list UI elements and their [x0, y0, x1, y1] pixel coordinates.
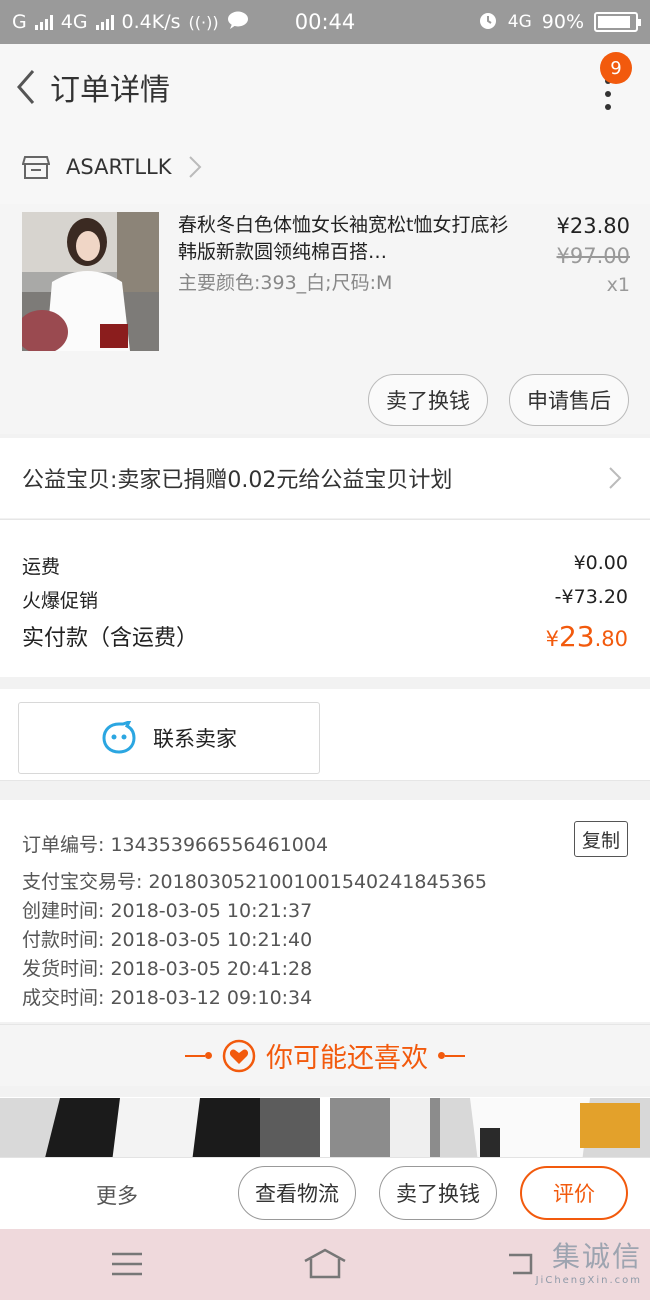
recommend-header: 你可能还喜欢 — [0, 1024, 650, 1086]
review-button[interactable]: 评价 — [520, 1166, 628, 1220]
alipay-trade-number: 支付宝交易号: 2018030521001001540241845365 — [22, 871, 487, 893]
recommend-grid — [0, 1097, 650, 1157]
divider-right — [438, 1052, 465, 1059]
product-spec: 主要颜色:393_白;尺码:M — [178, 272, 393, 294]
after-sale-button[interactable]: 申请售后 — [509, 374, 629, 426]
recommend-item[interactable] — [330, 1098, 650, 1157]
divider-left — [185, 1052, 212, 1059]
shipping-value: ¥0.00 — [573, 552, 628, 574]
product-price: ¥23.80 — [556, 214, 630, 238]
nav-bar: 订单详情 9 — [0, 44, 650, 130]
shop-name: ASARTLLK — [66, 155, 172, 179]
product-original-price: ¥97.00 — [556, 244, 630, 268]
charity-row[interactable]: 公益宝贝:卖家已捐赠0.02元给公益宝贝计划 — [0, 438, 650, 518]
more-button[interactable]: 更多 — [96, 1180, 138, 1210]
total-value: ¥23.80 — [545, 620, 628, 653]
shipping-label: 运费 — [22, 556, 61, 578]
promo-value: -¥73.20 — [554, 586, 628, 608]
created-time: 创建时间: 2018-03-05 10:21:37 — [22, 900, 313, 922]
contact-seller-label: 联系卖家 — [153, 727, 237, 751]
sell-again-button[interactable]: 卖了换钱 — [379, 1166, 497, 1220]
product-thumbnail[interactable] — [22, 212, 159, 351]
chevron-right-icon — [609, 467, 622, 489]
charity-text: 公益宝贝:卖家已捐赠0.02元给公益宝贝计划 — [22, 468, 453, 493]
sell-button[interactable]: 卖了换钱 — [368, 374, 488, 426]
total-row: 实付款（含运费） ¥23.80 — [22, 620, 628, 653]
alarm-icon — [478, 10, 498, 35]
back-nav-button[interactable] — [505, 1249, 535, 1281]
watermark-text: 集诚信 — [551, 1240, 642, 1273]
completed-time: 成交时间: 2018-03-12 09:10:34 — [22, 987, 313, 1009]
chevron-right-icon — [188, 156, 201, 178]
order-info: 订单编号: 134353966556461004 支付宝交易号: 2018030… — [0, 800, 650, 1022]
order-number: 订单编号: 134353966556461004 — [22, 834, 329, 856]
network-label: 4G — [60, 11, 88, 33]
system-nav-bar: 集诚信 JiChengXin.com — [0, 1229, 650, 1300]
product-title: 春秋冬白色体恤女长袖宽松t恤女打底衫韩版新款圆领纯棉百搭… — [178, 214, 509, 263]
view-logistics-button[interactable]: 查看物流 — [238, 1166, 356, 1220]
carrier-label: G — [12, 11, 27, 33]
promo-label: 火爆促销 — [22, 590, 99, 612]
heart-icon — [222, 1039, 256, 1072]
recommend-item[interactable] — [0, 1098, 320, 1157]
page-title: 订单详情 — [50, 73, 170, 108]
message-icon — [227, 11, 249, 34]
back-button[interactable] — [4, 44, 48, 130]
back-arrow-icon — [17, 70, 35, 104]
home-icon — [304, 1248, 346, 1279]
network-speed: 0.4K/s — [121, 11, 181, 33]
menu-icon — [112, 1252, 142, 1276]
back-nav-icon — [509, 1253, 533, 1275]
shop-icon — [22, 156, 50, 179]
copy-button[interactable]: 复制 — [574, 821, 628, 857]
shop-row[interactable]: ASARTLLK — [0, 130, 650, 204]
home-nav-button[interactable] — [302, 1247, 348, 1283]
signal-icon — [34, 14, 53, 30]
paid-time: 付款时间: 2018-03-05 10:21:40 — [22, 929, 313, 951]
signal-icon-2 — [95, 14, 114, 30]
watermark-domain: JiChengXin.com — [535, 1275, 642, 1286]
notification-badge: 9 — [600, 52, 632, 84]
product-quantity: x1 — [606, 274, 630, 296]
battery-icon — [594, 12, 641, 32]
status-bar: G 4G 0.4K/s ((·)) 00:44 4G 90% — [0, 0, 650, 44]
menu-nav-button[interactable] — [110, 1251, 144, 1281]
shipped-time: 发货时间: 2018-03-05 20:41:28 — [22, 958, 313, 980]
bottom-action-bar: 更多 查看物流 卖了换钱 评价 — [0, 1157, 650, 1229]
recommend-title: 你可能还喜欢 — [266, 1043, 428, 1074]
watermark-logo: 集诚信 JiChengXin.com — [536, 1235, 642, 1286]
total-label: 实付款（含运费） — [22, 626, 199, 651]
shipping-row: 运费 ¥0.00 — [22, 552, 628, 579]
network-label-2: 4G — [507, 12, 532, 32]
contact-section: 联系卖家 — [0, 689, 650, 781]
order-item[interactable]: 春秋冬白色体恤女长袖宽松t恤女打底衫韩版新款圆领纯棉百搭… 主要颜色:393_白… — [0, 204, 650, 434]
chat-face-icon — [102, 721, 136, 754]
wifi-call-icon: ((·)) — [188, 12, 219, 32]
contact-seller-button[interactable]: 联系卖家 — [18, 702, 320, 774]
battery-percent: 90% — [541, 11, 584, 33]
fee-summary: 运费 ¥0.00 火爆促销 -¥73.20 实付款（含运费） ¥23.80 — [0, 519, 650, 677]
promo-row: 火爆促销 -¥73.20 — [22, 586, 628, 613]
